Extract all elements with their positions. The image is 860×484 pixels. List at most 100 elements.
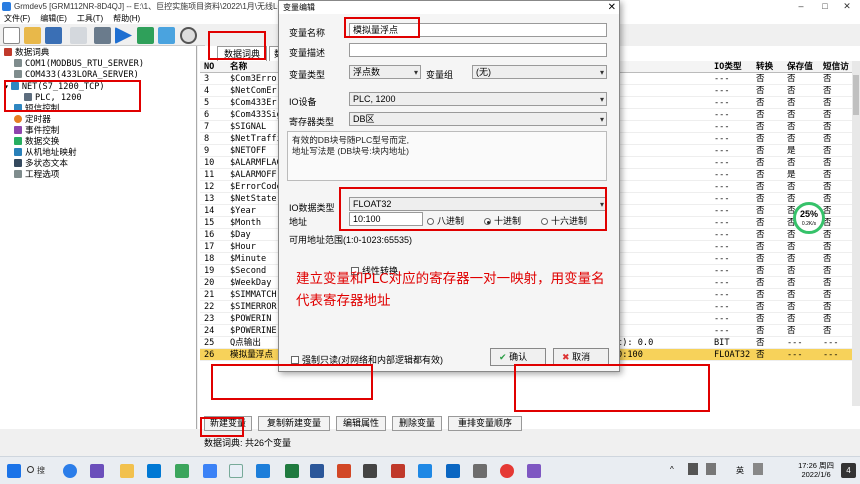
cell-no: 14 <box>204 206 215 216</box>
delete-variable-button[interactable]: 删除变量 <box>392 416 442 431</box>
dialog-close-icon[interactable]: ✕ <box>608 1 616 14</box>
open-folder-icon[interactable] <box>24 27 41 44</box>
cell-sms: 否 <box>823 206 832 216</box>
wechat-icon[interactable] <box>175 464 189 478</box>
tree-item-options[interactable]: 工程选项 <box>14 170 59 181</box>
cell-sms: 否 <box>823 134 832 144</box>
cell-cv: 否 <box>756 290 765 300</box>
cell-no: 11 <box>204 170 215 180</box>
download-icon[interactable] <box>115 27 132 44</box>
address-range-text: 可用地址范围(1:0-1023:65535) <box>289 235 413 245</box>
cell-io: --- <box>714 254 730 264</box>
upload-icon[interactable] <box>137 27 154 44</box>
var-type-select[interactable]: 浮点数 ▾ <box>349 65 421 79</box>
io-device-select[interactable]: PLC, 1200 ▾ <box>349 92 607 106</box>
new-file-icon[interactable] <box>3 27 20 44</box>
cell-sv: 是 <box>787 170 796 180</box>
cell-sv: 否 <box>787 158 796 168</box>
menu-file[interactable]: 文件(F) <box>4 14 30 23</box>
cell-cv: 否 <box>756 74 765 84</box>
register-type-select[interactable]: DB区 ▾ <box>349 112 607 126</box>
cell-sms: 否 <box>823 146 832 156</box>
cell-sms: 否 <box>823 182 832 192</box>
app5-icon[interactable] <box>418 464 432 478</box>
text-icon <box>14 159 22 167</box>
network-icon[interactable] <box>688 463 698 475</box>
cell-cv: 否 <box>756 86 765 96</box>
minimize-button[interactable]: – <box>790 0 812 13</box>
app3-icon[interactable] <box>363 464 377 478</box>
store-icon[interactable] <box>147 464 161 478</box>
tree-item-data-exchange[interactable]: 数据交换 <box>14 137 59 148</box>
save-icon[interactable] <box>45 27 62 44</box>
menu-tools[interactable]: 工具(T) <box>77 14 103 23</box>
excel-icon[interactable] <box>285 464 299 478</box>
highlight-rows <box>211 364 373 400</box>
cell-sv: 否 <box>787 290 796 300</box>
cell-sms: 否 <box>823 98 832 108</box>
cell-io: --- <box>714 218 730 228</box>
cell-cv: 否 <box>756 146 765 156</box>
cell-sv: 否 <box>787 74 796 84</box>
app8-icon[interactable] <box>500 464 514 478</box>
copy-new-variable-button[interactable]: 复制新建变量 <box>258 416 330 431</box>
menu-help[interactable]: 帮助(H) <box>113 14 140 23</box>
start-icon[interactable] <box>7 464 21 478</box>
app9-icon[interactable] <box>527 464 541 478</box>
cell-cv: 否 <box>756 158 765 168</box>
folder-icon[interactable] <box>120 464 134 478</box>
highlight-tree <box>4 80 141 112</box>
cell-sv: 否 <box>787 254 796 264</box>
menu-edit[interactable]: 编辑(E) <box>40 14 67 23</box>
cell-sv: 否 <box>787 98 796 108</box>
tree-item-timer[interactable]: 定时器 <box>14 115 51 126</box>
ime-indicator[interactable]: 英 <box>736 465 744 476</box>
var-group-select[interactable]: (无) ▾ <box>472 65 607 79</box>
scroll-thumb[interactable] <box>853 75 859 115</box>
word-icon[interactable] <box>310 464 324 478</box>
cell-cv: 否 <box>756 122 765 132</box>
network-gauge: 25% 0.2K/s <box>793 202 825 234</box>
close-window-button[interactable]: ✕ <box>836 0 858 13</box>
tree-item-slave-map[interactable]: 从机地址映射 <box>14 148 77 159</box>
search-icon[interactable] <box>180 27 197 44</box>
app6-icon[interactable] <box>446 464 460 478</box>
cell-io: --- <box>714 278 730 288</box>
cell-io: --- <box>714 194 730 204</box>
monitor-icon[interactable] <box>158 27 175 44</box>
powerpoint-icon[interactable] <box>337 464 351 478</box>
task-view-icon[interactable] <box>90 464 104 478</box>
tree-item-com1[interactable]: COM1(MODBUS_RTU_SERVER) <box>14 59 144 70</box>
notification-badge[interactable]: 4 <box>841 463 856 478</box>
app-icon[interactable] <box>203 464 217 478</box>
cell-no: 19 <box>204 266 215 276</box>
ime-icon[interactable] <box>753 463 763 475</box>
cell-sv: 否 <box>787 242 796 252</box>
app4-icon[interactable] <box>391 464 405 478</box>
tree-item-event[interactable]: 事件控制 <box>14 126 59 137</box>
tools-icon[interactable] <box>70 27 87 44</box>
grmdev-icon[interactable] <box>229 464 243 478</box>
label-var-type: 变量类型 <box>289 70 326 80</box>
cell-no: 20 <box>204 278 215 288</box>
tree-item-data-dict[interactable]: 数据词典 <box>4 48 49 59</box>
vertical-scrollbar[interactable] <box>852 61 860 406</box>
highlight-io <box>339 187 607 231</box>
label-io-data-type: IO数据类型 <box>289 203 335 213</box>
var-desc-input[interactable] <box>349 43 607 57</box>
tray-chevron-icon[interactable]: ^ <box>670 465 674 474</box>
edge-icon[interactable] <box>63 464 77 478</box>
cell-sms: 否 <box>823 266 832 276</box>
cell-io: FLOAT32 <box>714 350 751 360</box>
reorder-variables-button[interactable]: 重排变量顺序 <box>448 416 522 431</box>
clock[interactable]: 17:26 周四 2022/1/6 <box>798 461 834 479</box>
tree-item-multistate[interactable]: 多状态文本 <box>14 159 68 170</box>
app2-icon[interactable] <box>256 464 270 478</box>
search-box[interactable]: 搜 <box>27 462 57 480</box>
wrench-icon[interactable] <box>94 27 111 44</box>
volume-icon[interactable] <box>706 463 716 475</box>
app7-icon[interactable] <box>473 464 487 478</box>
map-icon <box>14 148 22 156</box>
edit-properties-button[interactable]: 编辑属性 <box>336 416 386 431</box>
maximize-button[interactable]: □ <box>814 0 836 13</box>
